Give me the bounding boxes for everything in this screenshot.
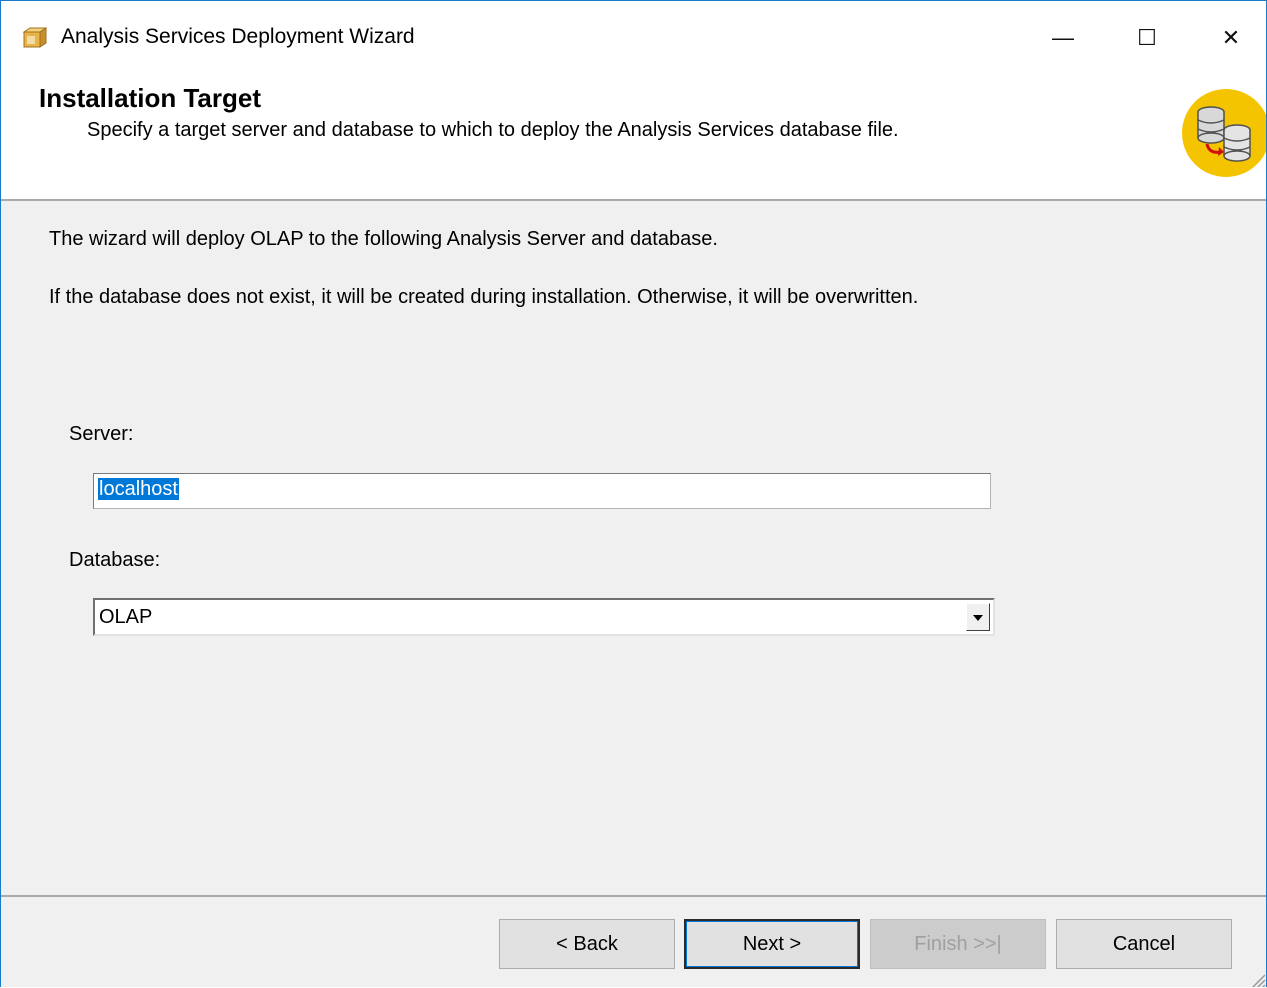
cancel-button[interactable]: Cancel <box>1056 919 1232 969</box>
wizard-footer: < Back Next > Finish >>| Cancel <box>1 895 1266 987</box>
chevron-down-icon[interactable] <box>966 603 990 631</box>
resize-grip-icon[interactable] <box>1244 969 1266 987</box>
server-label: Server: <box>69 423 134 445</box>
maximize-button[interactable]: ☐ <box>1117 19 1177 57</box>
server-input-value: localhost <box>98 478 179 500</box>
info-text-deploy: The wizard will deploy OLAP to the follo… <box>49 228 718 250</box>
database-combobox-value: OLAP <box>99 606 153 628</box>
database-deploy-icon <box>1182 89 1266 177</box>
database-label: Database: <box>69 549 161 571</box>
info-text-overwrite: If the database does not exist, it will … <box>49 286 919 308</box>
back-button[interactable]: < Back <box>499 919 675 969</box>
title-bar[interactable]: Analysis Services Deployment Wizard — ☐ … <box>1 1 1266 73</box>
app-icon <box>23 27 47 48</box>
minimize-button[interactable]: — <box>1033 19 1093 57</box>
database-combobox[interactable]: OLAP <box>93 598 995 636</box>
page-subtitle: Specify a target server and database to … <box>87 119 899 141</box>
wizard-body: The wizard will deploy OLAP to the follo… <box>1 201 1266 895</box>
server-input[interactable]: localhost <box>93 473 991 509</box>
header-panel: Installation Target Specify a target ser… <box>1 73 1266 201</box>
next-button[interactable]: Next > <box>684 919 860 969</box>
close-button[interactable]: ✕ <box>1201 19 1261 57</box>
page-title: Installation Target <box>39 83 261 113</box>
wizard-window: Analysis Services Deployment Wizard — ☐ … <box>0 0 1267 987</box>
window-title: Analysis Services Deployment Wizard <box>61 25 415 48</box>
finish-button: Finish >>| <box>870 919 1046 969</box>
